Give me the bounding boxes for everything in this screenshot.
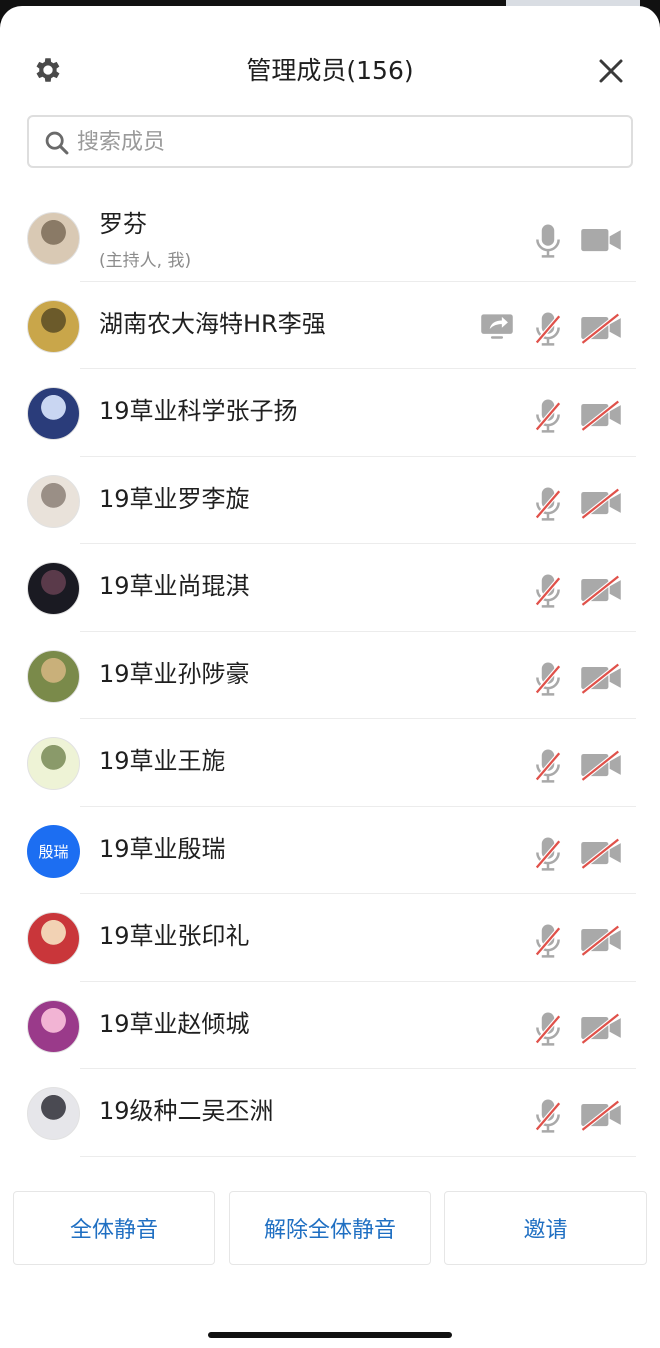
manage-members-sheet: 管理成员(156) 罗芬 (主持人, 我) 湖南农大海特HR李强 19草业科学张子扬 1… [0,6,660,1348]
avatar [27,562,80,615]
avatar [27,737,80,790]
camera-off-icon[interactable] [580,487,622,520]
member-name: 罗芬 [99,210,147,238]
microphone-muted-icon[interactable] [533,485,563,521]
member-row[interactable]: 19草业罗李旋 [0,457,660,544]
avatar [27,387,80,440]
microphone-icon[interactable] [533,222,563,258]
member-name: 湖南农大海特HR李强 [99,309,326,338]
camera-off-icon[interactable] [580,924,622,957]
home-indicator [208,1332,452,1338]
member-role: (主持人, 我) [99,251,192,271]
avatar [27,1087,80,1140]
camera-off-icon[interactable] [580,1012,622,1045]
member-name: 19级种二吴丕洲 [99,1097,274,1125]
member-row[interactable]: 罗芬 (主持人, 我) [0,194,660,282]
microphone-muted-icon[interactable] [533,1097,563,1133]
avatar [27,299,80,353]
avatar [27,999,80,1053]
camera-icon[interactable] [580,224,622,256]
microphone-muted-icon[interactable] [533,660,563,696]
member-name: 19草业王旎 [99,747,226,775]
member-row[interactable]: 19草业王旎 [0,719,660,807]
page-title: 管理成员(156) [246,56,414,85]
member-row[interactable]: 殷瑞 19草业殷瑞 [0,807,660,894]
avatar [27,212,80,265]
microphone-muted-icon[interactable] [533,1010,563,1046]
invite-button[interactable]: 邀请 [444,1191,647,1265]
search-box[interactable] [27,115,633,168]
member-row[interactable]: 19草业张印礼 [0,894,660,982]
member-row[interactable]: 19草业科学张子扬 [0,369,660,457]
camera-off-icon[interactable] [580,399,622,432]
member-name: 19草业赵倾城 [99,1009,250,1038]
member-name: 19草业科学张子扬 [99,397,298,425]
search-icon [45,131,69,155]
member-name: 19草业殷瑞 [99,834,226,863]
member-row[interactable]: 19草业尚琨淇 [0,544,660,632]
microphone-muted-icon[interactable] [533,572,563,608]
search-input[interactable] [77,125,617,159]
member-row[interactable]: 19草业孙陟豪 [0,632,660,719]
avatar [27,474,80,528]
member-row[interactable]: 19草业赵倾城 [0,982,660,1069]
avatar [27,912,80,965]
member-name: 19草业尚琨淇 [99,572,250,600]
camera-off-icon[interactable] [580,662,622,695]
camera-off-icon[interactable] [580,574,622,607]
camera-off-icon[interactable] [580,312,622,345]
camera-off-icon[interactable] [580,837,622,870]
member-name: 19草业罗李旋 [99,484,250,513]
row-divider [80,1155,636,1157]
microphone-muted-icon[interactable] [533,397,563,433]
mute-all-button[interactable]: 全体静音 [13,1191,215,1265]
member-name: 19草业张印礼 [99,922,250,950]
camera-off-icon[interactable] [580,749,622,782]
microphone-muted-icon[interactable] [533,835,563,871]
member-row[interactable]: 19级种二吴丕洲 [0,1069,660,1157]
screen-share-icon [480,312,514,342]
member-name: 19草业孙陟豪 [99,659,250,688]
microphone-muted-icon[interactable] [533,747,563,783]
unmute-all-button[interactable]: 解除全体静音 [229,1191,431,1265]
camera-off-icon[interactable] [580,1099,622,1132]
close-icon[interactable] [596,56,626,86]
avatar: 殷瑞 [27,824,80,878]
microphone-muted-icon[interactable] [533,310,563,346]
header: 管理成员(156) [0,6,660,114]
microphone-muted-icon[interactable] [533,922,563,958]
footer-actions: 全体静音 解除全体静音 邀请 [0,1191,660,1271]
member-list: 罗芬 (主持人, 我) 湖南农大海特HR李强 19草业科学张子扬 19草业罗李旋 19草业… [0,194,660,1157]
avatar [27,649,80,703]
member-row[interactable]: 湖南农大海特HR李强 [0,282,660,369]
